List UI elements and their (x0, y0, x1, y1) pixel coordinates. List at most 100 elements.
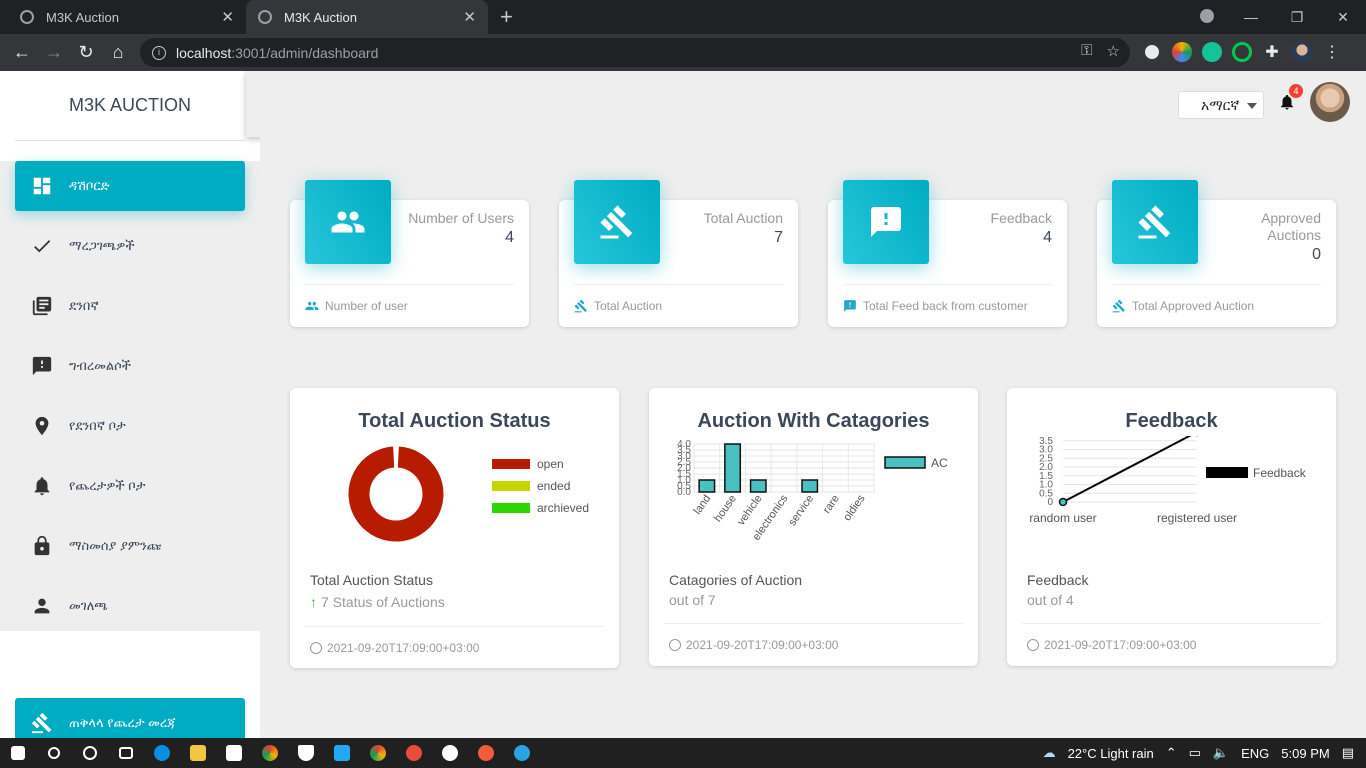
puzzle-icon[interactable]: ✚ (1262, 42, 1282, 62)
person-icon (31, 595, 53, 617)
divider (1022, 623, 1321, 624)
network-icon[interactable]: ▭ (1189, 745, 1201, 761)
sidebar-item-label: የጨረታዎች ቦታ (69, 478, 146, 493)
home-icon[interactable]: ⌂ (102, 42, 134, 63)
menu-icon[interactable]: ⋮ (1322, 42, 1342, 62)
browser-tab-active[interactable]: M3K Auction ✕ (246, 0, 488, 34)
close-tab-icon[interactable]: ✕ (221, 8, 234, 26)
notifications-icon[interactable]: ▤ (1342, 745, 1354, 761)
chrome-icon[interactable] (252, 738, 288, 768)
x-tick-label: house (712, 493, 739, 524)
grammarly-icon[interactable] (1202, 42, 1222, 62)
taskbar: ☁ 22°C Light rain ⌃ ▭ 🔈 ENG 5:09 PM ▤ (0, 738, 1366, 768)
gavel-icon (1112, 180, 1198, 264)
check-icon (31, 235, 53, 257)
arrow-up-icon: ↑ (310, 594, 317, 610)
gavel-icon (574, 299, 587, 313)
sidebar-item-dashboard[interactable]: ዳሽቦርድ (15, 161, 245, 211)
stat-footer: Number of user (305, 284, 514, 313)
browser-tab[interactable]: M3K Auction ✕ (8, 0, 246, 34)
legend-swatch (492, 503, 530, 513)
back-icon[interactable]: ← (6, 42, 38, 63)
sidebar-item-customers[interactable]: ደንበኛ (15, 281, 245, 331)
app-icon[interactable] (468, 738, 504, 768)
chart-title: Total Auction Status (358, 410, 551, 432)
forward-icon[interactable]: → (38, 42, 70, 63)
language-value: አማርኛ (1201, 96, 1240, 113)
task-view-icon[interactable] (108, 738, 144, 768)
minimize-button[interactable]: — (1228, 9, 1274, 25)
brand-logo[interactable]: M3K AUCTION (15, 71, 245, 141)
reload-icon[interactable]: ↻ (70, 42, 102, 63)
extension-icon[interactable] (1172, 42, 1192, 62)
bar (724, 443, 742, 493)
card-timestamp: 2021-09-20T17:09:00+03:00 (310, 641, 479, 655)
cortana-icon[interactable] (72, 738, 108, 768)
card-subtitle: Catagories of Auction (669, 572, 803, 588)
weather-text[interactable]: 22°C Light rain (1068, 746, 1154, 761)
new-tab-button[interactable]: + (500, 4, 513, 30)
vscode-icon[interactable] (324, 738, 360, 768)
volume-icon[interactable]: 🔈 (1213, 745, 1229, 761)
site-info-icon[interactable]: i (152, 45, 166, 60)
series-line (1062, 436, 1192, 503)
profile-avatar[interactable] (1292, 42, 1312, 62)
sidebar-item-label: የደንበኛ ቦታ (69, 418, 126, 433)
windows-start-icon[interactable] (0, 738, 36, 768)
chevron-down-icon (1247, 103, 1257, 109)
sidebar-item-label: ጠቅላላ የጨረታ መረጃ (69, 715, 176, 730)
sidebar-item-feedback[interactable]: ግብረመልሶች (15, 341, 245, 391)
user-avatar[interactable] (1310, 82, 1350, 122)
chart-title: Feedback (1125, 410, 1218, 432)
tab-title: M3K Auction (284, 9, 357, 25)
library-books-icon (31, 295, 53, 317)
star-icon[interactable]: ☆ (1107, 42, 1120, 60)
sidebar-item-customer-location[interactable]: የደንበኛ ቦታ (15, 401, 245, 451)
sidebar-item-profile[interactable]: መገለጫ (15, 581, 245, 631)
url-host: localhost (176, 44, 232, 61)
feedback-icon (844, 300, 856, 312)
x-tick-label: rare (821, 493, 842, 516)
extension-icon[interactable] (1142, 42, 1162, 62)
card-note-text: 7 Status of Auctions (321, 594, 445, 610)
file-explorer-icon[interactable] (180, 738, 216, 768)
app-icon[interactable] (396, 738, 432, 768)
sidebar-item-auction-location[interactable]: የጨረታዎች ቦታ (15, 461, 245, 511)
tab-search-icon[interactable] (1200, 9, 1214, 23)
gavel-icon (31, 712, 53, 734)
stat-card-approved: Approved Auctions 0 Total Approved Aucti… (1097, 180, 1336, 327)
key-icon[interactable]: ⚿ (1081, 42, 1092, 60)
app-icon[interactable] (432, 738, 468, 768)
tab-title: M3K Auction (46, 9, 119, 25)
stat-footer: Total Feed back from customer (843, 284, 1052, 313)
x-tick-label: service (786, 493, 816, 528)
clock-icon (1027, 639, 1039, 651)
chevron-up-icon[interactable]: ⌃ (1166, 745, 1177, 761)
close-window-button[interactable]: ✕ (1320, 9, 1366, 26)
language-select[interactable]: አማርኛ (1178, 91, 1264, 119)
sidebar-item-password[interactable]: ማስመሰያ ያምንጩ (15, 521, 245, 571)
telegram-icon[interactable] (504, 738, 540, 768)
weather-icon: ☁ (1042, 745, 1056, 760)
bar-chart: 0.00.51.01.52.02.53.03.54.0landhousevehi… (677, 439, 948, 543)
chrome-icon[interactable] (360, 738, 396, 768)
url-input[interactable]: i localhost:3001/admin/dashboard ⚿ ☆ (140, 38, 1130, 67)
restore-button[interactable]: ❐ (1274, 9, 1320, 26)
language-indicator[interactable]: ENG (1241, 746, 1269, 761)
x-tick-label: random user (1029, 511, 1096, 525)
legend-label: AC (931, 456, 948, 470)
close-tab-icon[interactable]: ✕ (463, 8, 476, 26)
security-icon[interactable] (288, 738, 324, 768)
system-tray: ☁ 22°C Light rain ⌃ ▭ 🔈 ENG 5:09 PM ▤ (1043, 738, 1366, 768)
edge-icon[interactable] (144, 738, 180, 768)
card-timestamp: 2021-09-20T17:09:00+03:00 (1027, 638, 1196, 652)
search-icon[interactable] (36, 738, 72, 768)
extension-icon[interactable] (1232, 42, 1252, 62)
sidebar-item-approvals[interactable]: ማረጋገጫዎች (15, 221, 245, 271)
card-subtitle: Feedback (1027, 572, 1089, 588)
chart-card-categories: Auction With Catagories 0.0 0.5 1.0 1.5 2.0 2… (649, 388, 978, 666)
clock-text[interactable]: 5:09 PM (1281, 746, 1329, 761)
globe-icon (20, 10, 34, 24)
feedback-icon (31, 355, 53, 377)
mail-icon[interactable] (216, 738, 252, 768)
